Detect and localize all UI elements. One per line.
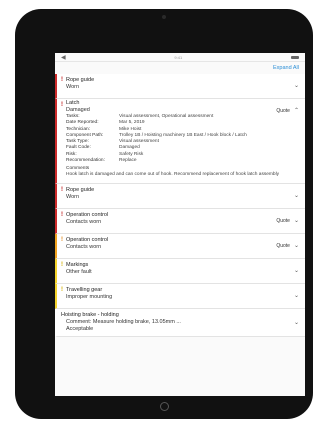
item-subtitle: Other fault <box>66 269 92 276</box>
chevron-down-icon[interactable]: ⌄ <box>294 218 299 224</box>
chevron-down-icon[interactable]: ⌄ <box>294 243 299 249</box>
status-bar: ◀ 9:41 <box>55 53 305 62</box>
chevron-up-icon[interactable]: ⌃ <box>294 108 299 114</box>
fault-item-travelling-gear[interactable]: ! Travelling gear Improper mounting ⌄ <box>55 284 305 310</box>
item-status: Acceptable <box>66 326 94 333</box>
quote-button[interactable]: Quote <box>276 243 290 249</box>
item-title: Markings <box>66 262 89 269</box>
quote-button[interactable]: Quote <box>276 108 290 114</box>
item-title: Travelling gear <box>66 287 103 294</box>
chevron-down-icon[interactable]: ⌄ <box>294 268 299 274</box>
chevron-down-icon[interactable]: ⌄ <box>294 83 299 89</box>
chevron-down-icon[interactable]: ⌄ <box>294 320 299 326</box>
battery-icon <box>290 55 299 59</box>
comments-text: Hook latch is damaged and can come out o… <box>66 172 280 178</box>
item-title: Operation control <box>66 237 109 244</box>
item-title: Operation control <box>66 212 109 219</box>
item-title: Latch <box>66 100 80 106</box>
chevron-down-icon[interactable]: ⌄ <box>294 293 299 299</box>
quote-button[interactable]: Quote <box>276 218 290 224</box>
chevron-down-icon[interactable]: ⌄ <box>294 193 299 199</box>
item-subtitle: Contacts worn <box>66 244 102 251</box>
fault-item-rope-guide[interactable]: ! Rope guide Worn ⌄ <box>55 74 305 99</box>
item-comment: Comment: Measure holding brake, 13.05mm … <box>66 319 181 326</box>
item-title: Rope guide <box>66 187 95 194</box>
item-title: Rope guide <box>66 77 95 83</box>
fault-item-operation-control[interactable]: ! Operation control Contacts worn Quote … <box>55 234 305 260</box>
item-subtitle: Worn <box>66 84 80 90</box>
status-time: 9:41 <box>174 54 183 60</box>
fault-item-markings[interactable]: ! Markings Other fault ⌄ <box>55 259 305 285</box>
alert-icon: ! <box>61 237 63 244</box>
item-title: Hoisting brake - holding <box>61 312 119 319</box>
alert-icon: ! <box>61 77 63 83</box>
item-hoisting-brake[interactable]: Hoisting brake - holding Comment: Measur… <box>55 309 305 338</box>
alert-icon: ! <box>61 287 63 294</box>
item-subtitle: Worn <box>66 194 80 201</box>
fault-item-rope-guide[interactable]: ! Rope guide Worn ⌄ <box>55 184 305 210</box>
app-screen: ◀ 9:41 Expand All ! Rope guide Worn ⌄ ! … <box>55 53 305 396</box>
item-subtitle: Improper mounting <box>66 294 113 301</box>
alert-icon: ! <box>61 102 63 108</box>
alert-icon: ! <box>61 212 63 219</box>
item-subtitle: Contacts worn <box>66 219 102 226</box>
alert-icon: ! <box>61 262 63 269</box>
detail-value: Replace <box>119 158 137 164</box>
tablet-frame: ◀ 9:41 Expand All ! Rope guide Worn ⌄ ! … <box>15 9 313 419</box>
fault-item-latch[interactable]: ! Latch Damaged Quote ⌃ Tasks: Visual ass… <box>55 99 305 185</box>
item-subtitle: Damaged <box>66 107 90 113</box>
home-button[interactable] <box>160 402 169 411</box>
camera-icon <box>162 15 166 19</box>
expand-all-link[interactable]: Expand All <box>55 62 305 74</box>
fault-item-operation-control[interactable]: ! Operation control Contacts worn Quote … <box>55 209 305 235</box>
alert-icon: ! <box>61 187 63 194</box>
detail-label: Recommendation: <box>66 158 105 164</box>
signal-icon: ◀ <box>61 54 66 61</box>
